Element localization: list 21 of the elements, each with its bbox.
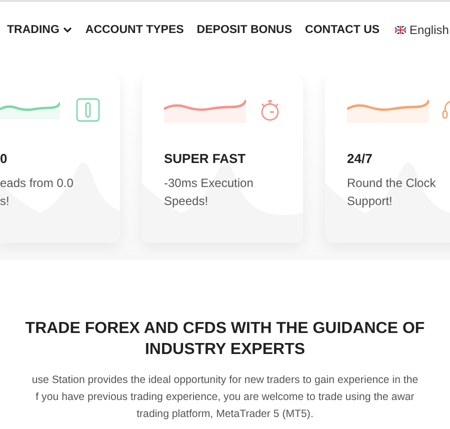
feature-text: Speeds! [164,193,210,210]
nav-link[interactable]: ACCOUNT TYPES [85,24,184,36]
nav-link[interactable]: TRADING [7,24,72,36]
nav-link[interactable]: CONTACT US [305,24,380,36]
chevron-down-icon [63,26,72,32]
section-text: trading platform, MetaTrader 5 (MT5). [136,407,314,422]
feature-text: Support! [347,193,394,210]
feature-text: s! [0,193,10,210]
section-text: f you have previous trading experience, you are welcome to trade using the awar [34,390,416,405]
section-heading: TRADE FOREX AND CFDS WITH THE GUIDANCE OF INDUSTRY EXPERTS [24,319,426,360]
feature-text: eads from 0.0 [0,175,74,192]
feature-text: Round the Clock [347,175,437,192]
nav-link[interactable]: DEPOSIT BONUS [196,24,292,36]
section-text: use Station provides the ideal opportunity for new traders to gain experience in the [30,373,420,388]
feature-title: 0 [0,151,8,166]
paperclip-icon [76,98,100,122]
feature-text: -30ms Execution [164,175,254,192]
flag-icon [394,26,406,34]
language-selector[interactable]: English [410,22,449,36]
feature-title: SUPER FAST [164,151,247,166]
feature-title: 24/7 [347,151,374,166]
